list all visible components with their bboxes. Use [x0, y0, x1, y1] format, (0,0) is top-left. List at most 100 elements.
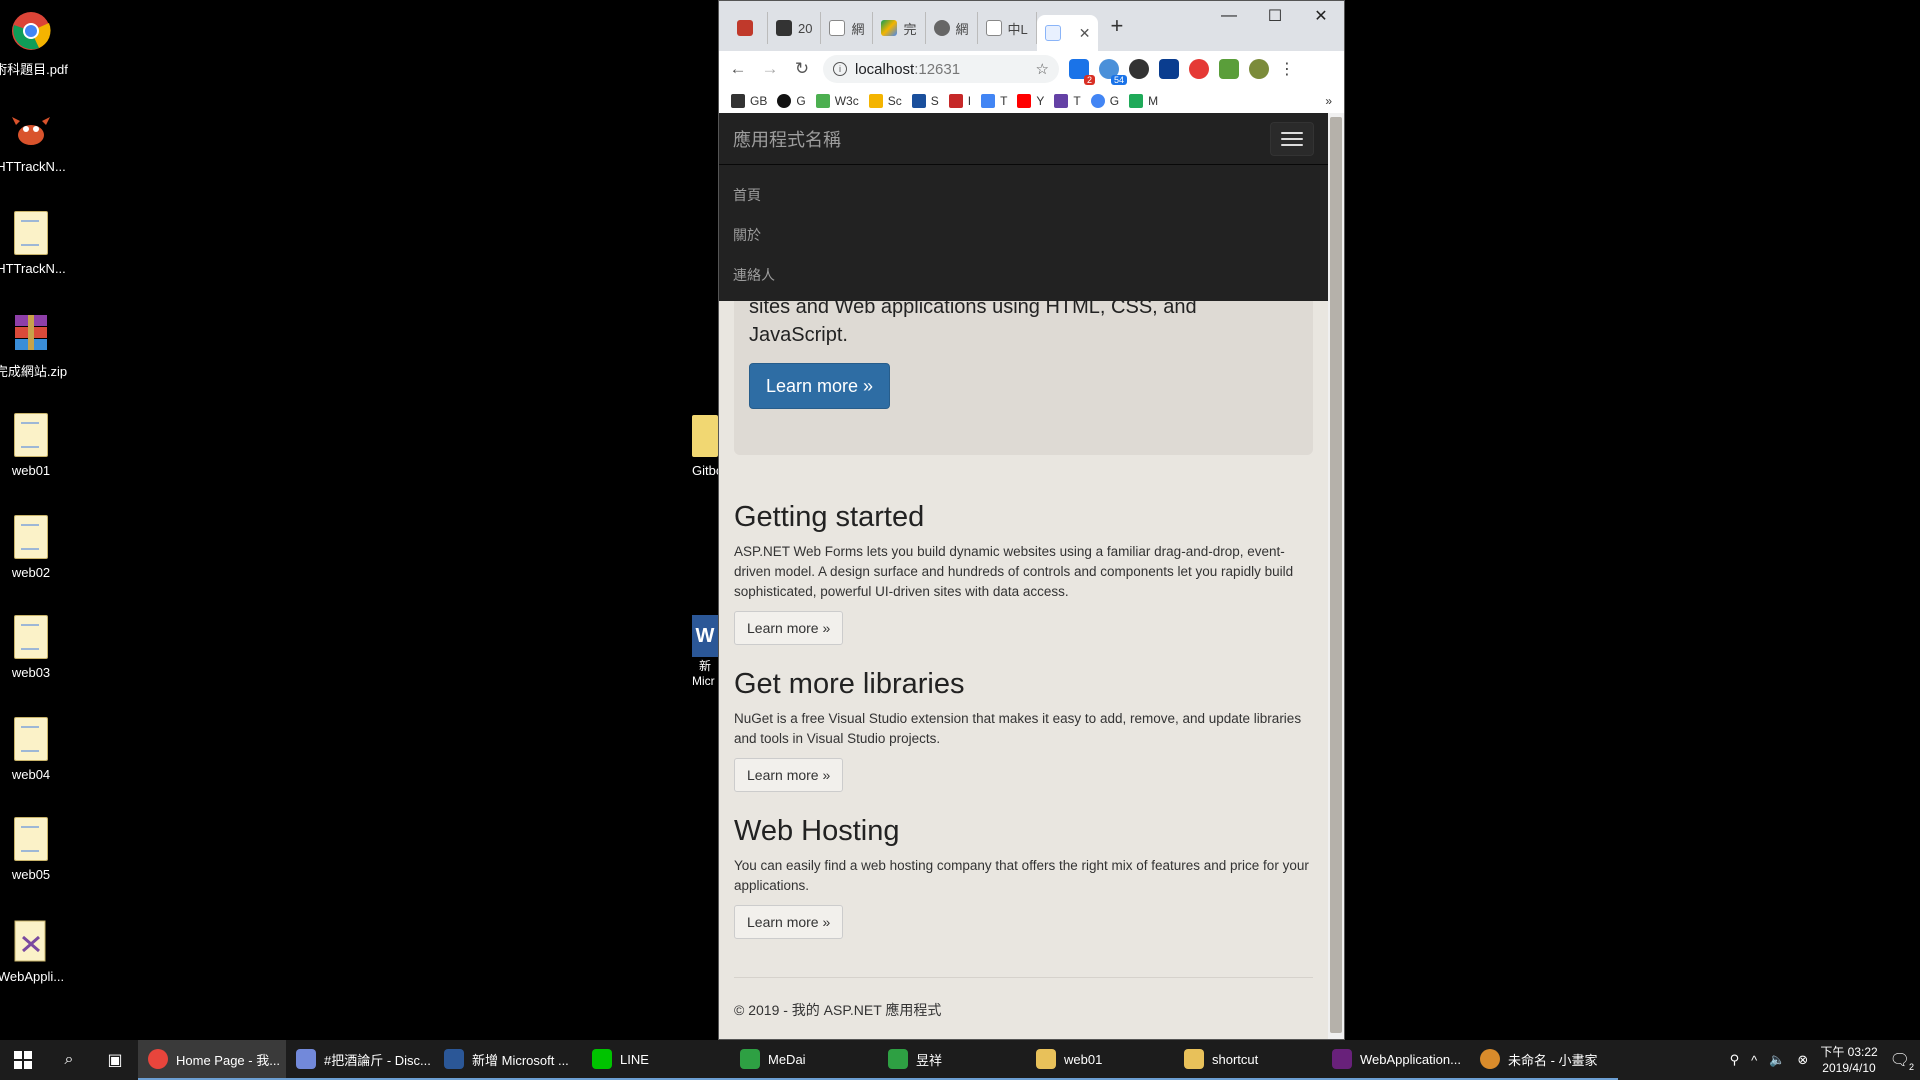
bookmark[interactable]: M [1129, 93, 1158, 108]
navbar: 應用程式名稱 首頁 關於 連絡人 [719, 113, 1328, 301]
nav-link-home[interactable]: 首頁 [719, 175, 1328, 215]
desktop-icon-webapp[interactable]: WebAppli... [0, 916, 69, 984]
contact-icon [740, 1049, 760, 1069]
bookmark[interactable]: I [948, 93, 971, 108]
bookmark-label: G [1109, 93, 1120, 108]
desktop-icon-word-partial[interactable]: W 新 Micr [692, 615, 718, 688]
desktop-icon-web02[interactable]: web02 [0, 512, 69, 580]
desktop-icon-gitbook-partial[interactable]: Gitbo [692, 415, 718, 478]
learn-more-button[interactable]: Learn more » [734, 758, 844, 792]
bookmark[interactable]: GB [731, 93, 767, 108]
bookmark[interactable]: T [1054, 93, 1081, 108]
forward-arrow-icon[interactable]: → [759, 59, 781, 79]
section-get-more-libraries: Get more libraries NuGet is a free Visua… [734, 668, 1314, 792]
tab[interactable]: 完 [873, 12, 926, 44]
bookmark[interactable]: G [1090, 93, 1120, 108]
navbar-brand[interactable]: 應用程式名稱 [733, 126, 841, 152]
page-scrollbar[interactable] [1328, 113, 1344, 1039]
page-icon [829, 20, 846, 36]
tab-favicon-icon [776, 20, 792, 36]
taskbar-app-label: MeDai [768, 1051, 806, 1067]
back-arrow-icon[interactable]: ← [727, 59, 749, 79]
learn-more-button[interactable]: Learn more » [734, 905, 844, 939]
footer-text: © 2019 - 我的 ASP.NET 應用程式 [734, 1002, 942, 1018]
learn-more-button[interactable]: Learn more » [734, 611, 844, 645]
extension-badge: 54 [1110, 75, 1127, 85]
tab[interactable]: 網 [926, 12, 978, 44]
clock[interactable]: 下午 03:22 2019/4/10 [1820, 1044, 1877, 1076]
desktop-icon-httrack-2[interactable]: HTTrackN... [0, 208, 69, 276]
close-window-button[interactable]: ✕ [1298, 1, 1344, 31]
taskbar-app-web01[interactable]: web01 [1026, 1040, 1174, 1080]
taskbar-app-shortcut[interactable]: shortcut [1174, 1040, 1322, 1080]
notification-center-icon[interactable]: 🗨 2 [1890, 1050, 1914, 1072]
section-web-hosting: Web Hosting You can easily find a web ho… [734, 815, 1314, 939]
people-icon[interactable]: ⚲ [1730, 1052, 1740, 1068]
desktop-icon-web01[interactable]: web01 [0, 410, 69, 478]
taskbar-app-visual-studio[interactable]: WebApplication... [1322, 1040, 1470, 1080]
taskbar-app-word[interactable]: 新增 Microsoft ... [434, 1040, 582, 1080]
chevron-up-icon[interactable]: ^ [1751, 1053, 1757, 1068]
bookmark[interactable]: Sc [868, 93, 902, 108]
tab[interactable]: 20 [768, 12, 822, 44]
bookmark[interactable]: W3c [815, 93, 859, 108]
url-host: localhost [855, 60, 915, 78]
start-windows-icon[interactable] [0, 1040, 46, 1080]
desktop-icon-label: Gitbo [692, 463, 718, 478]
hamburger-menu-icon[interactable] [1270, 121, 1314, 156]
info-icon[interactable]: i [833, 62, 847, 76]
reload-icon[interactable]: ↻ [791, 59, 813, 79]
tab[interactable]: 中L [978, 12, 1037, 44]
extension-icon[interactable] [1219, 59, 1239, 79]
desktop-icon-label: web05 [11, 867, 51, 882]
nav-link-about[interactable]: 關於 [719, 215, 1328, 255]
minimize-button[interactable]: — [1206, 1, 1252, 31]
bookmarks-overflow-button[interactable]: » [1325, 94, 1332, 108]
contact-icon [888, 1049, 908, 1069]
new-tab-button[interactable]: + [1110, 13, 1123, 39]
profile-avatar[interactable] [1249, 59, 1269, 79]
desktop-icon-zip[interactable]: 完成網站.zip [0, 308, 69, 380]
bookmark[interactable]: Y [1017, 93, 1044, 108]
bookmark-label: T [1073, 93, 1081, 108]
taskbar-app-paint[interactable]: 未命名 - 小畫家 [1470, 1040, 1618, 1080]
tab[interactable]: 網 [821, 12, 874, 44]
search-icon[interactable]: ⌕ [46, 1040, 92, 1080]
desktop-icon-web05[interactable]: web05 [0, 814, 69, 882]
navbar-links: 首頁 關於 連絡人 [719, 165, 1328, 295]
taskbar-app-medai[interactable]: MeDai [730, 1040, 878, 1080]
jumbotron-learn-more-button[interactable]: Learn more » [749, 363, 891, 409]
bookmark[interactable]: T [981, 93, 1008, 108]
nav-link-contact[interactable]: 連絡人 [719, 255, 1328, 295]
bookmark-label: T [1000, 93, 1008, 108]
task-view-icon[interactable]: ▣ [92, 1040, 138, 1080]
scrollbar-thumb[interactable] [1330, 117, 1342, 1033]
extension-icon[interactable] [1189, 59, 1209, 79]
bookmark-star-icon[interactable]: ☆ [1036, 60, 1049, 78]
taskbar-app-line[interactable]: LINE [582, 1040, 730, 1080]
address-bar[interactable]: i localhost:12631 ☆ [823, 55, 1059, 83]
notification-count: 2 [1908, 1062, 1914, 1072]
volume-icon[interactable]: 🔈 [1769, 1052, 1785, 1068]
bookmark[interactable]: S [911, 93, 939, 108]
desktop-icon-httrack-1[interactable]: HTTrackN... [0, 106, 69, 174]
desktop-icon-web04[interactable]: web04 [0, 714, 69, 782]
close-tab-icon[interactable]: ✕ [1079, 25, 1091, 42]
tab[interactable] [729, 12, 768, 44]
bookmark[interactable]: G [777, 93, 806, 108]
taskbar-app-contact[interactable]: 昱祥 [878, 1040, 1026, 1080]
extension-icon[interactable] [1129, 59, 1149, 79]
menu-icon[interactable]: ⋮ [1279, 59, 1295, 79]
desktop-icon-web03[interactable]: web03 [0, 612, 69, 680]
maximize-button[interactable]: ☐ [1252, 1, 1298, 31]
tab-label: 網 [851, 21, 865, 37]
tab-active[interactable]: ✕ [1036, 15, 1099, 51]
extension-icon[interactable] [1159, 59, 1179, 79]
taskbar-app-discord[interactable]: #把酒論斤 - Disc... [286, 1040, 434, 1080]
network-icon[interactable]: ⊗ [1797, 1052, 1808, 1068]
extension-icon[interactable]: 54 [1099, 59, 1127, 85]
bookmark-label: Sc [887, 93, 902, 108]
desktop-icon-pdf[interactable]: 術科題目.pdf [0, 6, 69, 78]
extension-icon[interactable]: 2 [1069, 59, 1095, 85]
taskbar-app-chrome[interactable]: Home Page - 我... [138, 1040, 286, 1080]
